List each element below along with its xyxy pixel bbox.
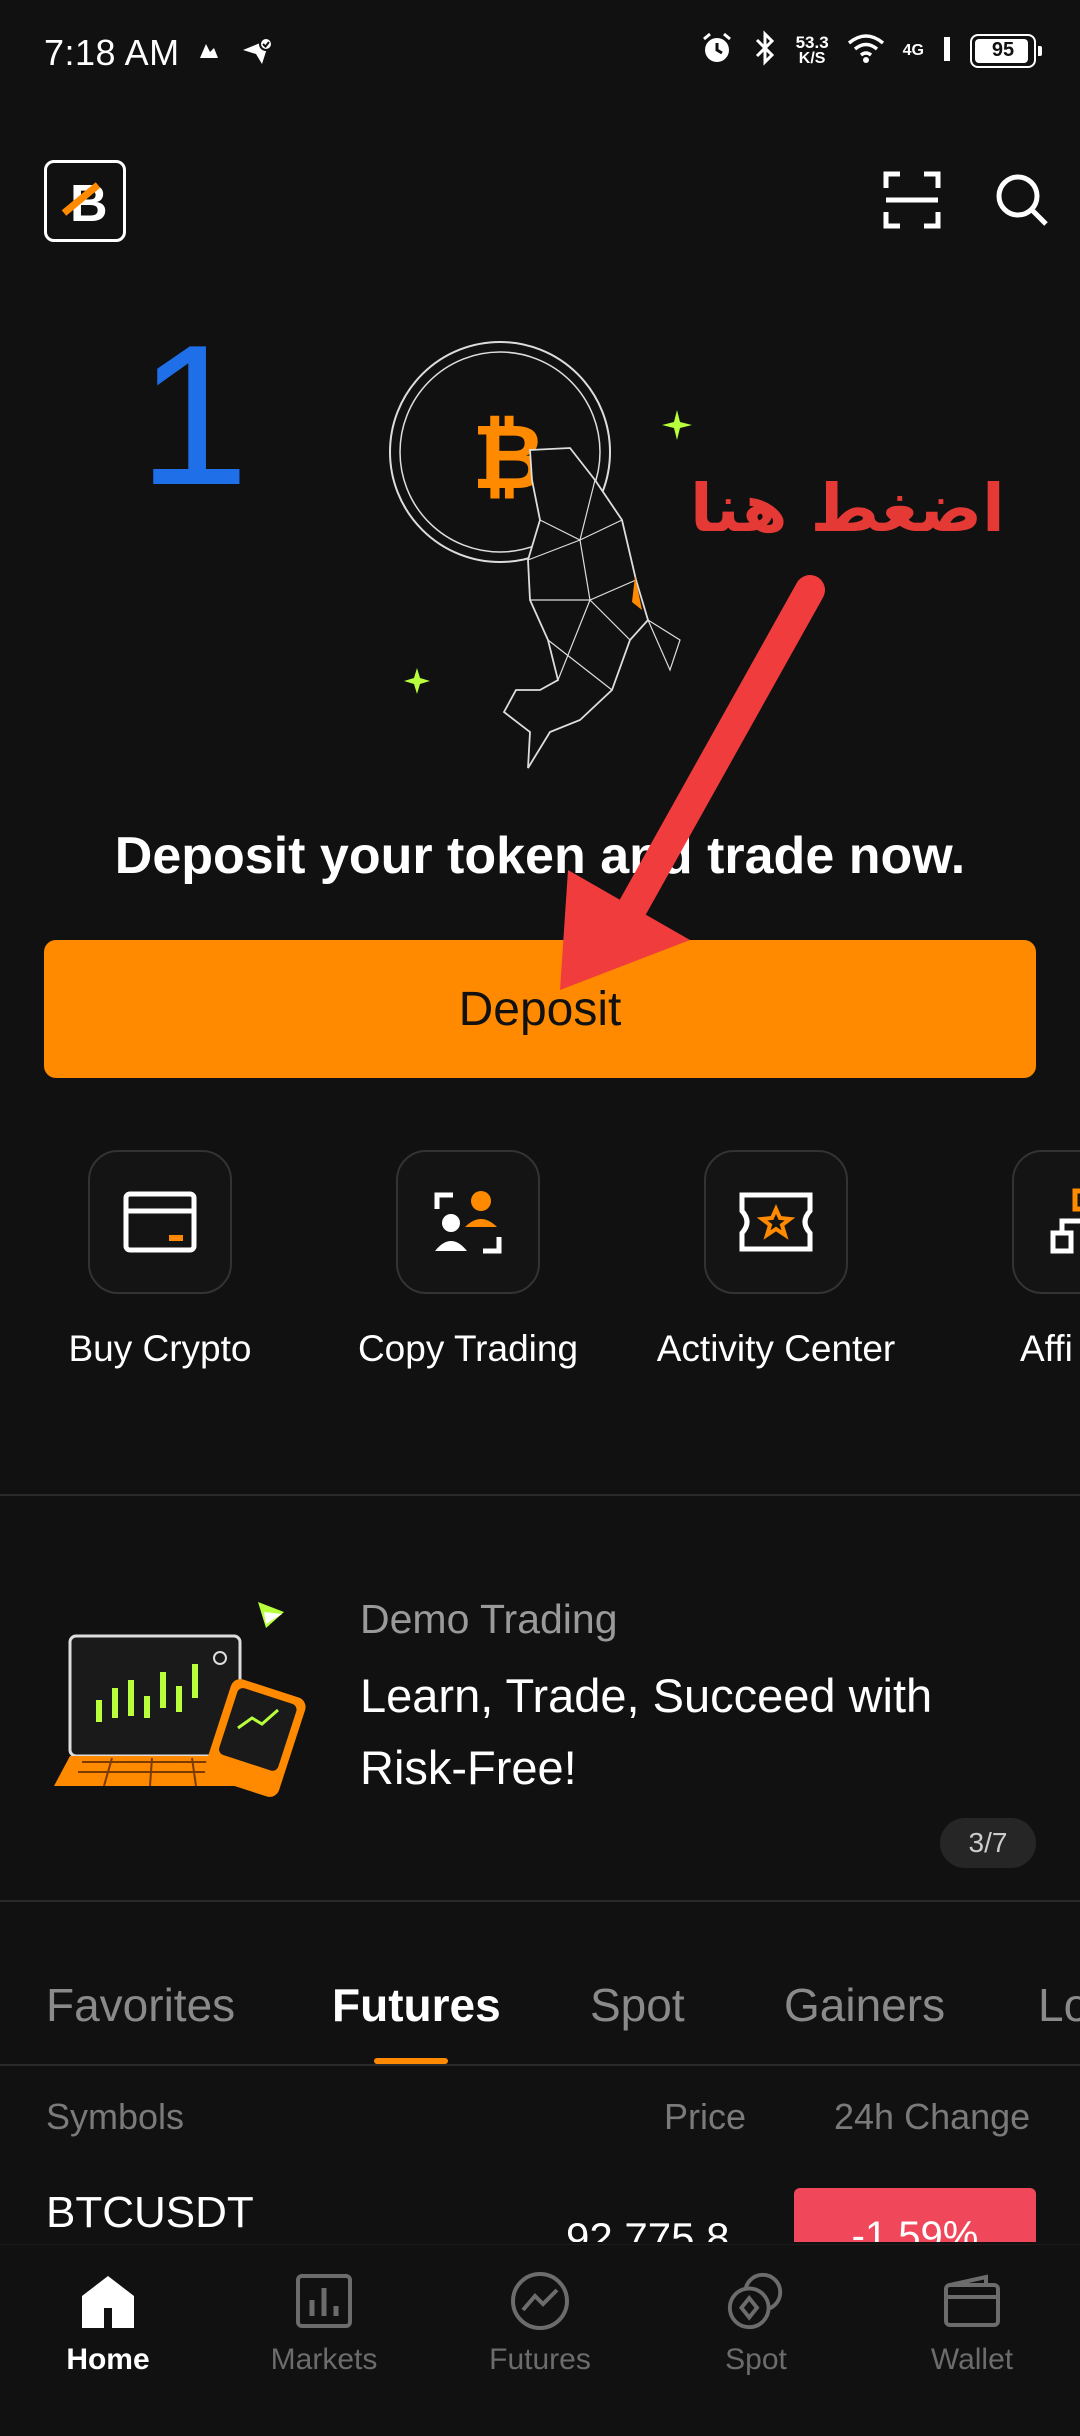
column-header-symbols[interactable]: Symbols xyxy=(46,2096,184,2138)
status-time: 7:18 AM xyxy=(44,32,180,73)
scan-icon xyxy=(883,171,941,229)
battery-indicator: 95 xyxy=(970,33,1042,68)
banner-subtitle: Demo Trading xyxy=(360,1596,618,1642)
deposit-button[interactable]: Deposit xyxy=(44,940,1036,1078)
notification-icon xyxy=(196,38,222,69)
nav-home[interactable]: Home xyxy=(0,2269,216,2377)
quick-action-affiliate[interactable]: Affi xyxy=(954,1150,1080,1376)
tabs-divider xyxy=(0,2064,1080,2066)
nav-markets[interactable]: Markets xyxy=(216,2269,432,2377)
section-divider xyxy=(0,1494,1080,1496)
column-header-price[interactable]: Price xyxy=(664,2096,746,2138)
section-divider xyxy=(0,1900,1080,1902)
table-row[interactable]: 92,775.8 -1.59% xyxy=(0,2180,1080,2242)
row-price: 92,775.8 xyxy=(566,2214,730,2242)
futures-icon xyxy=(511,2272,569,2330)
row-change-badge: -1.59% xyxy=(794,2188,1036,2242)
nav-futures[interactable]: Futures xyxy=(432,2269,648,2377)
network-type: 4G xyxy=(902,41,924,59)
banner-page-indicator: 3/7 xyxy=(940,1818,1036,1868)
nav-wallet[interactable]: Wallet xyxy=(864,2269,1080,2377)
tab-favorites[interactable]: Favorites xyxy=(46,1978,235,2032)
home-icon xyxy=(82,2276,134,2328)
alarm-icon xyxy=(700,31,734,70)
card-icon xyxy=(123,1191,197,1253)
tab-spot[interactable]: Spot xyxy=(590,1978,685,2032)
nav-spot[interactable]: Spot xyxy=(648,2269,864,2377)
market-tabs: Favorites Futures Spot Gainers Lo xyxy=(46,1978,1080,2062)
bluetooth-icon xyxy=(752,30,778,71)
ticket-star-icon xyxy=(739,1192,813,1252)
copy-trading-icon xyxy=(434,1191,502,1254)
hero-title: Deposit your token and trade now. xyxy=(114,827,966,885)
bottom-navigation: Home Markets Futures Spot Wallet xyxy=(0,2244,1080,2436)
tab-gainers[interactable]: Gainers xyxy=(784,1978,945,2032)
bar-chart-icon xyxy=(296,2274,352,2328)
network-speed: 53.3 K/S xyxy=(795,33,829,67)
quick-action-activity-center[interactable]: Activity Center xyxy=(646,1150,906,1376)
scan-button[interactable] xyxy=(880,168,944,232)
spot-icon xyxy=(727,2272,783,2330)
tab-futures[interactable]: Futures xyxy=(332,1978,501,2032)
vpn-icon xyxy=(240,36,274,71)
affiliate-icon xyxy=(1050,1188,1080,1254)
tab-losers[interactable]: Lo xyxy=(1038,1978,1080,2032)
search-icon xyxy=(996,174,1048,226)
wallet-icon xyxy=(944,2274,1000,2327)
quick-action-copy-trading[interactable]: Copy Trading xyxy=(338,1150,598,1376)
annotation-arabic-text: اضغط هنا xyxy=(690,470,1005,547)
annotation-step-number: 1 xyxy=(138,304,250,527)
quick-action-buy-crypto[interactable]: Buy Crypto xyxy=(30,1150,290,1376)
search-button[interactable] xyxy=(990,168,1054,232)
whale-coin-illustration: ₿ xyxy=(389,341,692,769)
column-header-change[interactable]: 24h Change xyxy=(834,2096,1030,2138)
banner-title[interactable]: Learn, Trade, Succeed with Risk-Free! xyxy=(360,1660,1020,1804)
status-bar: 7:18 AM 53.3 K/S 4G 95 xyxy=(0,0,1080,110)
wifi-icon xyxy=(847,33,885,68)
signal-icon xyxy=(942,33,952,68)
app-logo[interactable]: B xyxy=(44,160,126,242)
demo-trading-illustration xyxy=(54,1602,306,1797)
